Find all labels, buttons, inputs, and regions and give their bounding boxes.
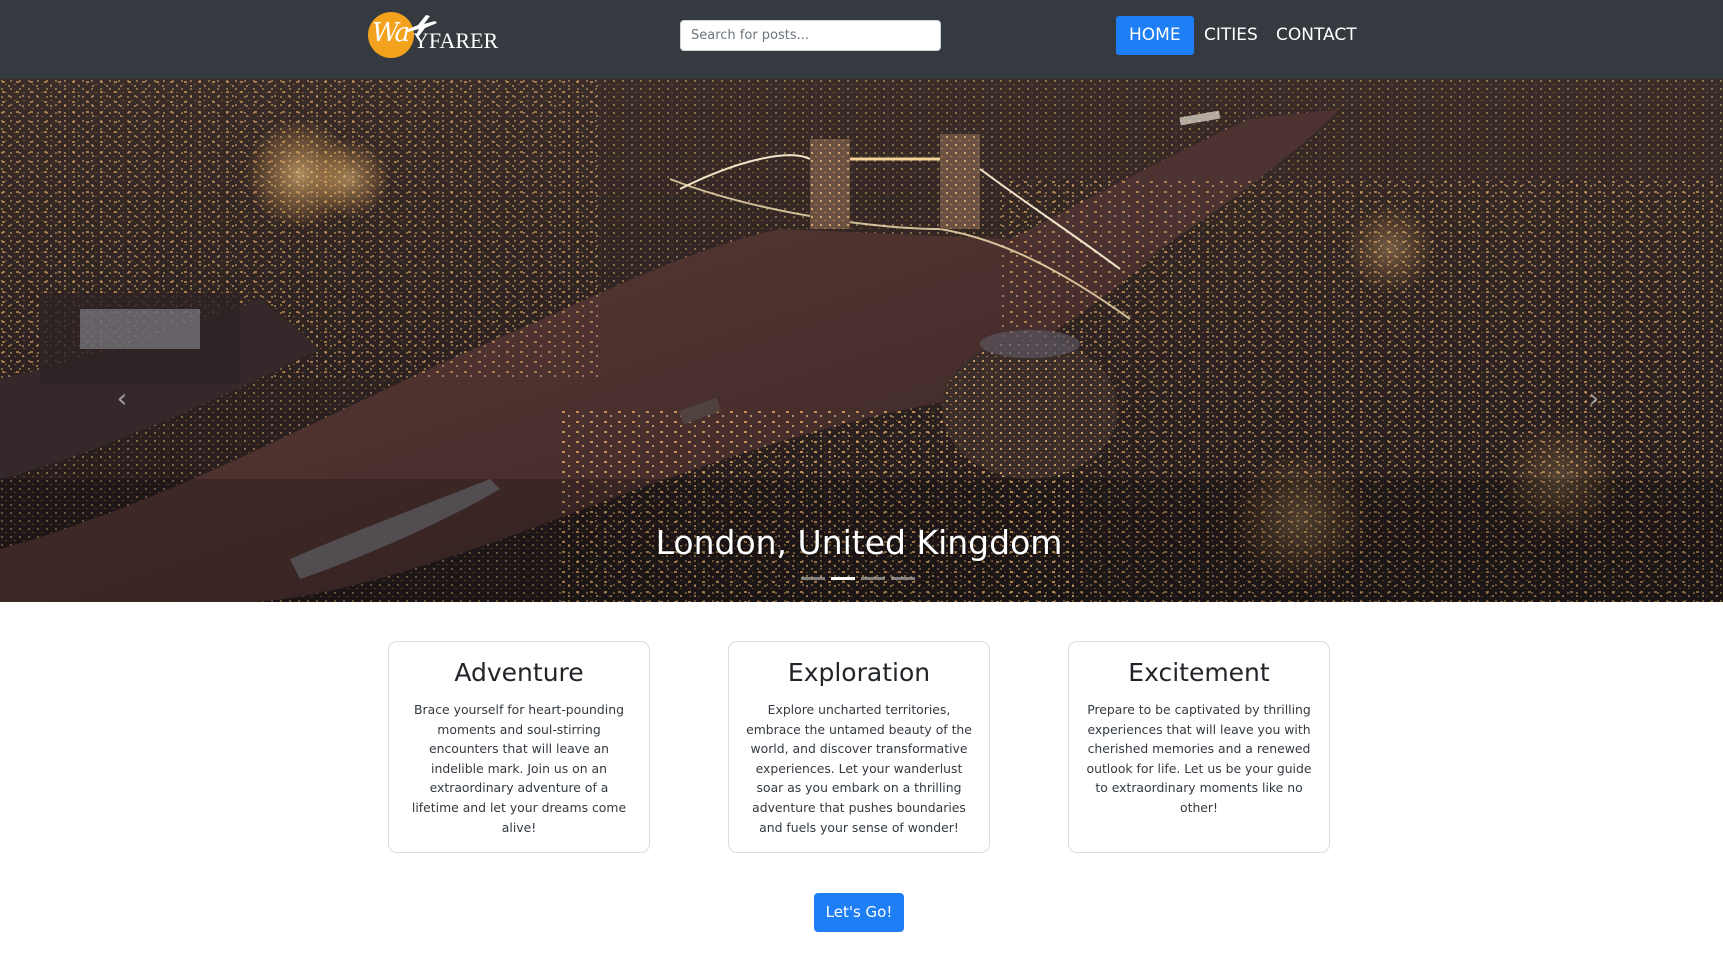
hero-caption: London, United Kingdom bbox=[655, 523, 1063, 562]
card-text: Brace yourself for heart-pounding moment… bbox=[411, 702, 627, 835]
chevron-right-icon[interactable]: › bbox=[1582, 379, 1606, 419]
carousel-indicators bbox=[801, 577, 921, 585]
card-title: Adventure bbox=[454, 658, 584, 687]
chevron-left-icon[interactable]: ‹ bbox=[110, 379, 134, 419]
carousel-indicator-4[interactable] bbox=[891, 577, 915, 580]
nav-cities-link[interactable]: CITIES bbox=[1191, 16, 1271, 55]
carousel-indicator-3[interactable] bbox=[861, 577, 885, 580]
search-input[interactable] bbox=[680, 20, 941, 51]
nav-contact-link[interactable]: CONTACT bbox=[1263, 16, 1370, 55]
hero-carousel: ‹ › London, United Kingdom bbox=[0, 79, 1723, 602]
brand-name: YFARER bbox=[413, 28, 499, 53]
card-title: Excitement bbox=[1128, 658, 1270, 687]
card-adventure: Adventure Brace yourself for heart-pound… bbox=[388, 641, 650, 853]
card-exploration: Exploration Explore uncharted territorie… bbox=[728, 641, 990, 853]
nav-home-link[interactable]: HOME bbox=[1116, 16, 1194, 55]
card-text: Explore uncharted territories, embrace t… bbox=[746, 702, 972, 835]
card-text: Prepare to be captivated by thrilling ex… bbox=[1086, 702, 1312, 815]
logo-script: Wa bbox=[372, 18, 410, 48]
card-excitement: Excitement Prepare to be captivated by t… bbox=[1068, 641, 1330, 853]
carousel-indicator-1[interactable] bbox=[801, 577, 825, 580]
carousel-indicator-2[interactable] bbox=[831, 577, 855, 580]
brand-logo[interactable]: Wa YFARER bbox=[366, 10, 500, 62]
card-title: Exploration bbox=[787, 658, 931, 687]
lets-go-button[interactable]: Let's Go! bbox=[814, 893, 904, 932]
navbar: Wa YFARER HOME CITIES CONTACT bbox=[0, 0, 1723, 79]
